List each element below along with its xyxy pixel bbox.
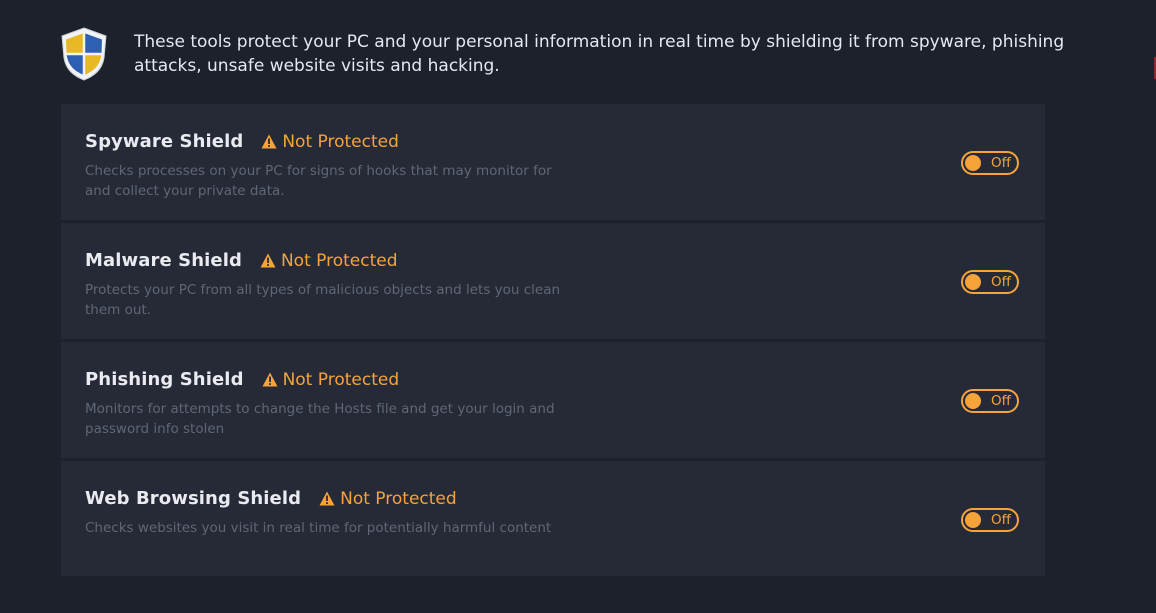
status-text: Not Protected: [282, 369, 400, 390]
shield-card-spyware: Spyware Shield Not Protected Checks proc…: [61, 104, 1045, 220]
shield-logo-icon: [61, 27, 107, 81]
warning-icon: [319, 491, 335, 506]
warning-icon: [262, 372, 278, 387]
warning-icon: [261, 134, 277, 149]
web-browsing-shield-toggle[interactable]: Off: [961, 508, 1019, 532]
shield-description: Monitors for attempts to change the Host…: [85, 401, 555, 437]
shield-description: Checks websites you visit in real time f…: [85, 520, 552, 536]
spyware-shield-toggle[interactable]: Off: [961, 151, 1019, 175]
status-text: Not Protected: [340, 488, 457, 509]
status-badge: Not Protected: [262, 369, 400, 390]
card-header: Spyware Shield Not Protected: [85, 131, 399, 152]
status-text: Not Protected: [280, 250, 398, 271]
status-badge: Not Protected: [319, 489, 457, 509]
card-header: Malware Shield Not Protected: [85, 250, 398, 271]
card-header: Phishing Shield Not Protected: [85, 369, 399, 390]
shield-card-phishing: Phishing Shield Not Protected Monitors f…: [61, 342, 1045, 458]
shield-list: Spyware Shield Not Protected Checks proc…: [61, 104, 1045, 576]
shield-title: Web Browsing Shield: [85, 488, 302, 509]
phishing-shield-toggle[interactable]: Off: [961, 389, 1019, 413]
header-description: These tools protect your PC and your per…: [134, 32, 1065, 76]
toggle-label: Off: [991, 155, 1011, 171]
shield-card-malware: Malware Shield Not Protected Protects yo…: [61, 223, 1045, 339]
toggle-knob: [965, 274, 981, 290]
card-header: Web Browsing Shield Not Protected: [85, 488, 457, 509]
shield-description: Checks processes on your PC for signs of…: [85, 163, 552, 199]
toggle-knob: [965, 393, 981, 409]
toggle-label: Off: [991, 274, 1011, 290]
malware-shield-toggle[interactable]: Off: [961, 270, 1019, 294]
toggle-knob: [965, 155, 981, 171]
warning-icon: [260, 253, 276, 268]
shield-title: Phishing Shield: [85, 369, 244, 390]
shield-title: Spyware Shield: [85, 131, 244, 152]
protection-page: These tools protect your PC and your per…: [0, 0, 1156, 613]
shield-card-web-browsing: Web Browsing Shield Not Protected Checks…: [61, 461, 1045, 576]
status-badge: Not Protected: [260, 251, 398, 271]
toggle-knob: [965, 512, 981, 528]
shield-title: Malware Shield: [85, 250, 242, 271]
status-badge: Not Protected: [261, 132, 399, 152]
toggle-label: Off: [991, 393, 1011, 409]
shield-description: Protects your PC from all types of malic…: [85, 282, 561, 318]
header: These tools protect your PC and your per…: [58, 26, 1074, 82]
status-text: Not Protected: [282, 131, 399, 152]
toggle-label: Off: [991, 512, 1011, 528]
